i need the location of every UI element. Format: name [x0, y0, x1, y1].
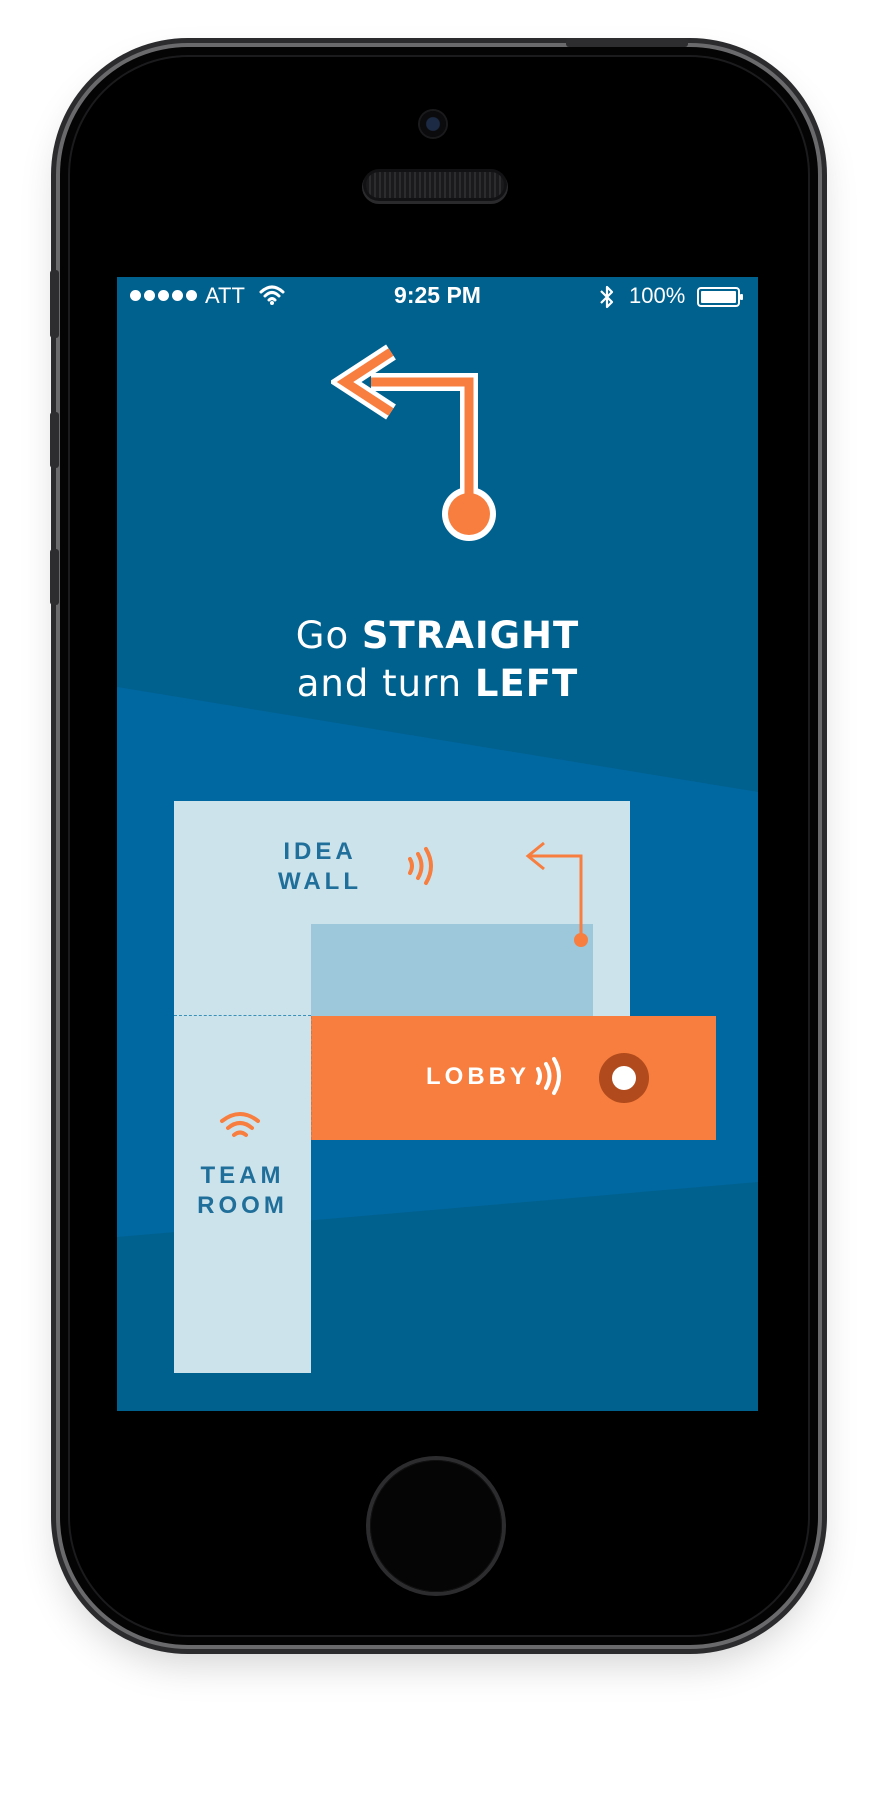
silent-switch	[50, 270, 59, 338]
home-button[interactable]	[370, 1460, 502, 1592]
status-bar: ATT 9:25 PM 100%	[117, 277, 758, 315]
team-room-label: TEAM ROOM	[197, 1162, 288, 1219]
idea-wall-label: IDEA WALL	[278, 838, 362, 895]
power-button	[566, 38, 688, 47]
map-divider	[174, 1015, 311, 1016]
bluetooth-icon	[600, 285, 614, 309]
front-camera-icon	[420, 111, 446, 137]
current-location-icon	[599, 1053, 649, 1103]
route-turn-left-icon	[525, 841, 588, 947]
battery-icon	[697, 287, 743, 307]
beacon-signal-icon	[536, 1057, 561, 1095]
direction-line-1: Go STRAIGHT	[295, 614, 580, 657]
app-screen: ATT 9:25 PM 100% Go STRAIGHT and turn LE…	[117, 277, 758, 1411]
battery-percent: 100%	[629, 283, 686, 308]
floor-map: IDEA WALL LOBBY TEAM ROOM	[174, 801, 716, 1373]
turn-left-arrow-icon	[331, 344, 496, 541]
volume-up-button	[50, 412, 59, 468]
lobby-label: LOBBY	[426, 1063, 530, 1090]
direction-line-2: and turn LEFT	[296, 662, 579, 705]
earpiece-speaker	[366, 172, 504, 198]
direction-instruction: Go STRAIGHT and turn LEFT	[117, 612, 758, 708]
map-divider-vertical	[311, 1016, 312, 1140]
beacon-signal-icon	[408, 847, 433, 885]
volume-down-button	[50, 549, 59, 605]
wifi-beacon-icon	[220, 1112, 260, 1137]
